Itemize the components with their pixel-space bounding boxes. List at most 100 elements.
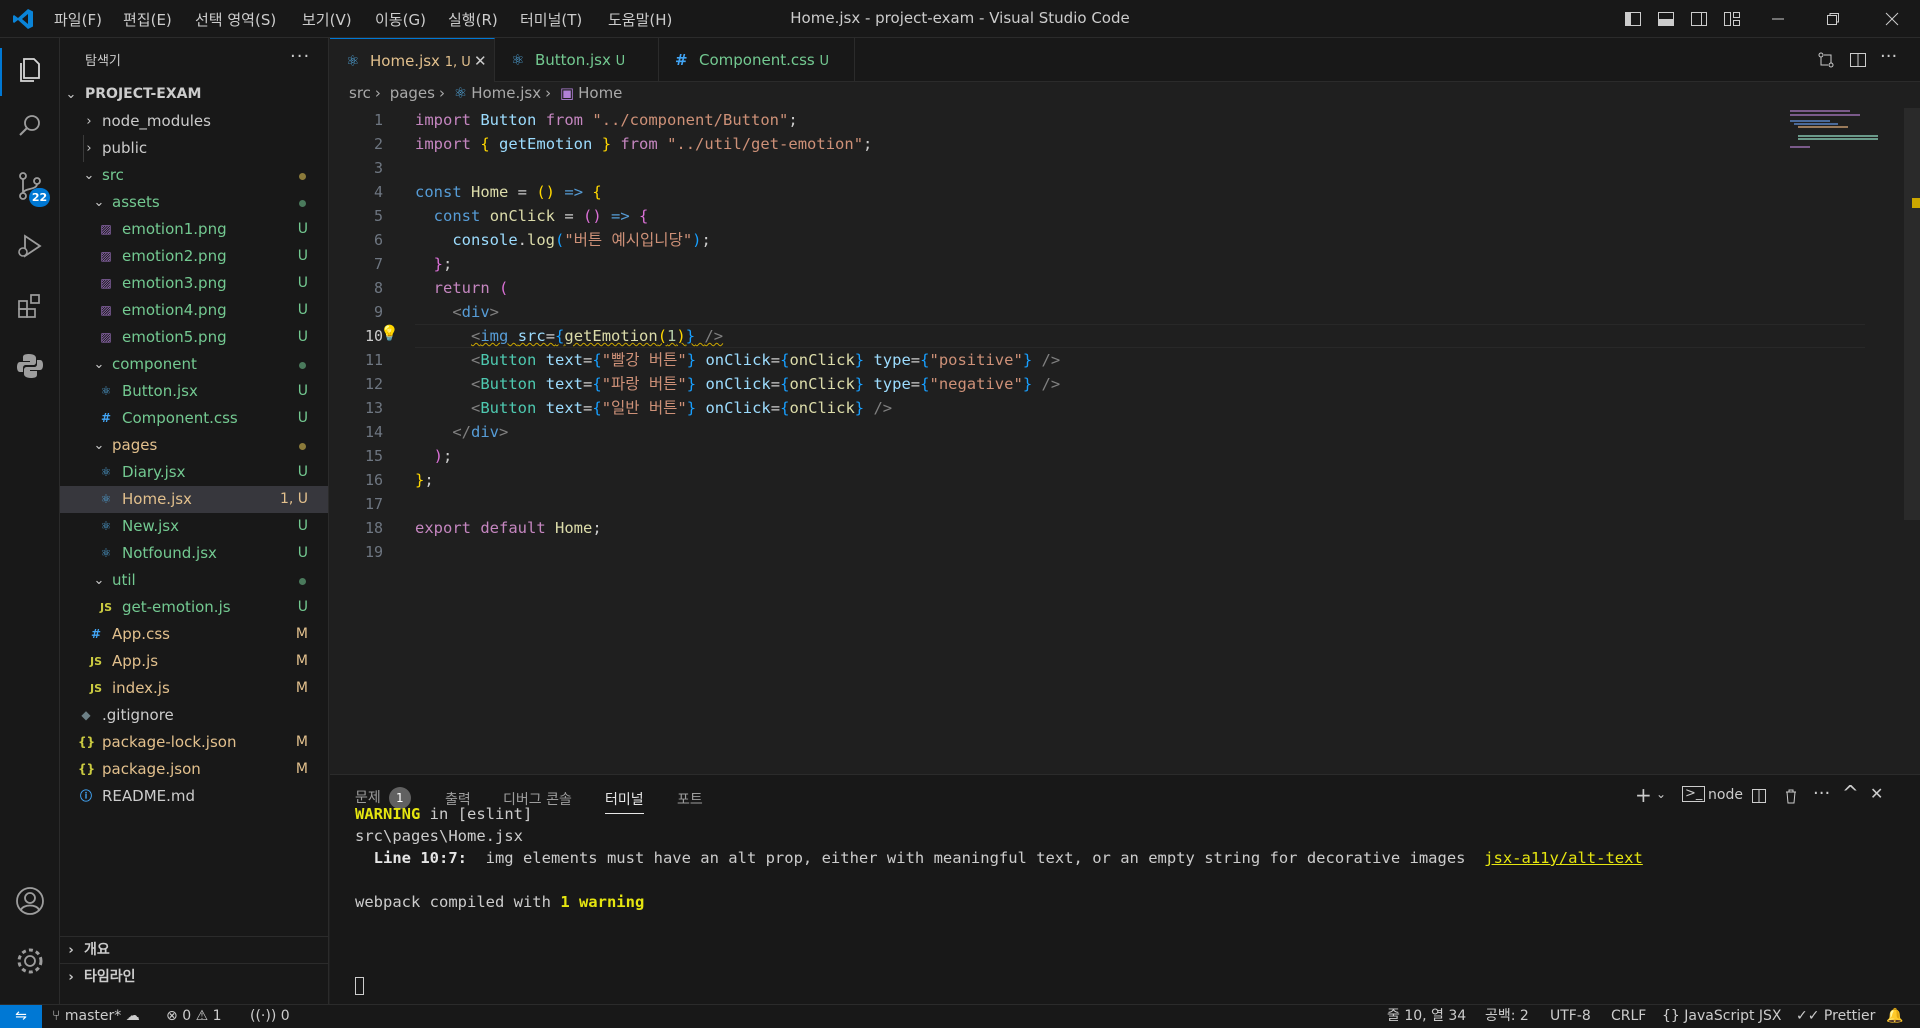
notifications-bell-icon[interactable]: 🔔: [1886, 1005, 1903, 1027]
menu-view[interactable]: 보기(V): [302, 9, 352, 30]
menu-selection[interactable]: 선택 영역(S): [195, 9, 276, 30]
tree-folder[interactable]: › public: [60, 135, 328, 162]
tree-file[interactable]: ⚛ New.jsx U: [60, 513, 328, 540]
settings-gear-icon[interactable]: [12, 943, 48, 979]
toggle-secondary-sidebar-icon[interactable]: [1689, 9, 1709, 29]
line-ending[interactable]: CRLF: [1611, 1005, 1646, 1027]
toggle-panel-icon[interactable]: [1656, 9, 1676, 29]
chevron-down-icon: ⌄: [93, 195, 105, 210]
tree-file[interactable]: {} package.json M: [60, 756, 328, 783]
explorer-sidebar: 탐색기 ··· ⌄ PROJECT-EXAM › node_modules › pu…: [60, 38, 329, 1004]
restore-icon[interactable]: [1823, 9, 1843, 29]
tree-file[interactable]: JS index.js M: [60, 675, 328, 702]
outline-section[interactable]: › 개요: [60, 936, 328, 963]
tree-file-selected[interactable]: ⚛ Home.jsx 1, U: [60, 486, 328, 513]
menu-go[interactable]: 이동(G): [375, 9, 426, 30]
tree-folder[interactable]: › node_modules: [60, 108, 328, 135]
remote-indicator[interactable]: ⇋: [0, 1005, 42, 1028]
more-actions-icon[interactable]: ···: [1813, 783, 1830, 804]
tab-ports[interactable]: 포트: [677, 789, 703, 809]
tree-file[interactable]: ⚛ Notfound.jsx U: [60, 540, 328, 567]
tree-file[interactable]: # App.css M: [60, 621, 328, 648]
maximize-panel-icon[interactable]: ^: [1842, 781, 1859, 805]
lightbulb-icon[interactable]: 💡: [380, 324, 399, 342]
menu-file[interactable]: 파일(F): [54, 9, 102, 30]
modified-dot-icon: [299, 443, 306, 450]
tab-button-jsx[interactable]: ⚛ Button.jsx U: [495, 38, 659, 82]
encoding[interactable]: UTF-8: [1550, 1005, 1591, 1027]
code-line-current: <img src={getEmotion(1)} />: [471, 327, 724, 345]
problems-indicator[interactable]: ⊗ 0 ⚠ 1: [166, 1005, 222, 1027]
cursor-position[interactable]: 줄 10, 열 34: [1387, 1005, 1466, 1027]
react-file-icon: ⚛: [100, 492, 112, 506]
tree-file[interactable]: ▨ emotion4.png U: [60, 297, 328, 324]
breadcrumb-item[interactable]: Home: [578, 84, 622, 102]
tree-label: pages: [112, 436, 158, 454]
breadcrumb-item[interactable]: Home.jsx: [471, 84, 541, 102]
python-icon[interactable]: [12, 348, 48, 384]
extensions-icon[interactable]: [12, 288, 48, 324]
tree-file[interactable]: ▨ emotion3.png U: [60, 270, 328, 297]
line-number: 7: [373, 255, 383, 273]
prettier-status[interactable]: ✓✓ Prettier: [1796, 1005, 1875, 1027]
tree-file[interactable]: ▨ emotion2.png U: [60, 243, 328, 270]
new-terminal-icon[interactable]: +: [1635, 783, 1652, 807]
project-root[interactable]: ⌄ PROJECT-EXAM: [60, 81, 328, 108]
close-panel-icon[interactable]: ✕: [1870, 784, 1883, 803]
search-icon[interactable]: [12, 108, 48, 144]
split-editor-icon[interactable]: [1848, 50, 1868, 70]
compare-changes-icon[interactable]: [1816, 50, 1836, 70]
tree-file[interactable]: JS get-emotion.js U: [60, 594, 328, 621]
more-actions-icon[interactable]: ···: [1880, 46, 1897, 67]
account-icon[interactable]: [12, 883, 48, 919]
tree-file[interactable]: ◆ .gitignore: [60, 702, 328, 729]
tree-folder[interactable]: ⌄ pages: [60, 432, 328, 459]
tree-folder[interactable]: ⌄ component: [60, 351, 328, 378]
tree-file[interactable]: # Component.css U: [60, 405, 328, 432]
tree-folder[interactable]: ⌄ src: [60, 162, 328, 189]
tree-file[interactable]: ▨ emotion1.png U: [60, 216, 328, 243]
chevron-down-icon[interactable]: ⌄: [1656, 787, 1666, 801]
tree-file[interactable]: {} package-lock.json M: [60, 729, 328, 756]
toggle-primary-sidebar-icon[interactable]: [1623, 9, 1643, 29]
tab-terminal[interactable]: 터미널: [605, 789, 644, 814]
indentation[interactable]: 공백: 2: [1485, 1005, 1529, 1027]
terminal-name[interactable]: node: [1708, 787, 1743, 803]
language-mode[interactable]: {} JavaScript JSX: [1662, 1005, 1782, 1027]
tree-file[interactable]: ⚛ Button.jsx U: [60, 378, 328, 405]
more-actions-icon[interactable]: ···: [290, 46, 310, 67]
code-editor[interactable]: 1 2 3 4 5 6 7 8 9 10 11 12 13 14 15 16 1…: [330, 108, 1920, 774]
braces-icon: {}: [1662, 1008, 1680, 1024]
tree-file[interactable]: ⚛ Diary.jsx U: [60, 459, 328, 486]
minimap[interactable]: [1790, 108, 1910, 148]
menu-run[interactable]: 실행(R): [448, 9, 498, 30]
rule-link[interactable]: jsx-a11y/alt-text: [1484, 849, 1643, 867]
split-terminal-icon[interactable]: [1750, 787, 1768, 805]
tree-file[interactable]: ▨ emotion5.png U: [60, 324, 328, 351]
editor-scrollbar[interactable]: [1904, 108, 1920, 520]
close-tab-icon[interactable]: ✕: [474, 39, 487, 83]
menu-help[interactable]: 도움말(H): [608, 9, 672, 30]
ports-indicator[interactable]: ((·)) 0: [250, 1005, 290, 1027]
tree-folder[interactable]: ⌄ assets: [60, 189, 328, 216]
menu-terminal[interactable]: 터미널(T): [520, 9, 582, 30]
timeline-section[interactable]: › 타임라인: [60, 963, 328, 990]
trash-icon[interactable]: [1782, 787, 1800, 805]
code-line: import Button from "../component/Button"…: [415, 111, 798, 129]
run-debug-icon[interactable]: [12, 228, 48, 264]
branch-indicator[interactable]: ⑂ master* ☁: [52, 1005, 140, 1027]
close-window-icon[interactable]: [1882, 9, 1902, 29]
git-status: M: [295, 761, 308, 777]
minimize-icon[interactable]: [1768, 9, 1788, 29]
breadcrumb-item[interactable]: src: [349, 84, 371, 102]
tree-label: README.md: [102, 787, 196, 805]
tab-component-css[interactable]: # Component.css U: [659, 38, 855, 82]
menu-edit[interactable]: 편집(E): [123, 9, 172, 30]
tree-file[interactable]: JS App.js M: [60, 648, 328, 675]
explorer-icon[interactable]: [12, 52, 48, 88]
breadcrumb-item[interactable]: pages: [390, 84, 435, 102]
tree-folder[interactable]: ⌄ util: [60, 567, 328, 594]
tree-file[interactable]: ⓘ README.md: [60, 783, 328, 810]
customize-layout-icon[interactable]: [1722, 9, 1742, 29]
tab-home-jsx[interactable]: ⚛ Home.jsx 1, U ✕: [330, 38, 495, 82]
